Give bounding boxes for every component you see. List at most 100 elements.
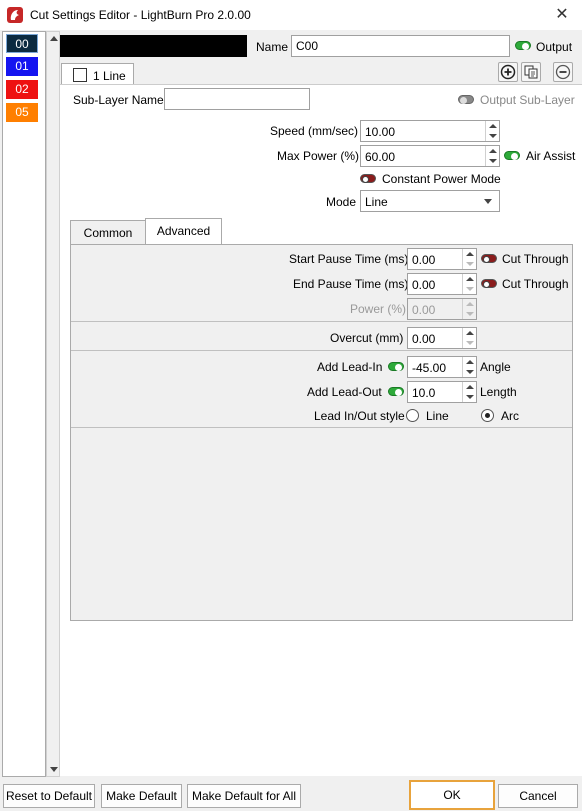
add-icon — [500, 64, 516, 80]
mode-label: Mode — [326, 195, 357, 209]
overcut-value: 0.00 — [412, 332, 436, 346]
lead-out-down-icon[interactable] — [466, 395, 474, 399]
air-assist-label: Air Assist — [526, 149, 576, 163]
output-sublayer-toggle[interactable] — [458, 95, 474, 104]
lead-out-up-icon[interactable] — [466, 385, 474, 389]
overcut-spinbox[interactable]: 0.00 — [407, 327, 477, 349]
max-power-down-icon[interactable] — [489, 159, 497, 163]
power-up-icon — [466, 302, 474, 306]
max-power-up-icon[interactable] — [489, 149, 497, 153]
name-input[interactable] — [291, 35, 510, 57]
lead-style-line-label: Line — [426, 409, 449, 423]
lead-in-unit: Angle — [480, 360, 511, 374]
speed-spinbox[interactable]: 10.00 — [360, 120, 500, 142]
sublayer-tab-label: 1 Line — [93, 69, 126, 83]
lead-out-value: 10.0 — [412, 386, 436, 400]
lead-style-label: Lead In/Out style — [314, 409, 405, 423]
copy-icon — [524, 65, 538, 79]
ok-button[interactable]: OK — [409, 780, 495, 810]
lead-out-spinbox[interactable]: 10.0 — [407, 381, 477, 403]
sublayer-checkbox[interactable] — [73, 68, 87, 82]
add-sublayer-button[interactable] — [498, 62, 518, 82]
max-power-spinbox[interactable]: 60.00 — [360, 145, 500, 167]
speed-label: Speed (mm/sec) — [270, 124, 359, 138]
lead-out-unit: Length — [480, 385, 517, 399]
end-pause-down-icon[interactable] — [466, 287, 474, 291]
make-default-for-all-button[interactable]: Make Default for All — [187, 784, 301, 808]
lead-in-value: -45.00 — [412, 361, 447, 375]
layer-list[interactable]: 00 01 02 05 — [2, 31, 46, 777]
lead-in-spinbox[interactable]: -45.00 — [407, 356, 477, 378]
mode-value: Line — [365, 195, 388, 209]
copy-sublayer-button[interactable] — [521, 62, 541, 82]
layer-item-00[interactable]: 00 — [6, 34, 38, 53]
overcut-label: Overcut (mm) — [330, 331, 404, 345]
window-title: Cut Settings Editor - LightBurn Pro 2.0.… — [30, 8, 251, 22]
constant-power-toggle[interactable] — [360, 174, 376, 183]
power-down-icon — [466, 312, 474, 316]
end-cut-through-toggle[interactable] — [481, 279, 497, 288]
remove-icon — [555, 64, 571, 80]
start-pause-spinbox[interactable]: 0.00 — [407, 248, 477, 270]
reset-to-default-button[interactable]: Reset to Default — [3, 784, 95, 808]
lead-style-line-radio[interactable] — [406, 409, 419, 422]
start-pause-up-icon[interactable] — [466, 252, 474, 256]
output-sublayer-label: Output Sub-Layer — [480, 93, 575, 107]
layer-item-05[interactable]: 05 — [6, 103, 38, 122]
overcut-up-icon[interactable] — [466, 331, 474, 335]
lead-in-down-icon[interactable] — [466, 370, 474, 374]
layer-item-01[interactable]: 01 — [6, 57, 38, 76]
lead-in-toggle[interactable] — [388, 362, 404, 371]
air-assist-toggle[interactable] — [504, 151, 520, 160]
lead-style-arc-radio[interactable] — [481, 409, 494, 422]
speed-value: 10.00 — [365, 125, 396, 139]
sublayer-tab[interactable]: 1 Line — [61, 63, 134, 85]
lead-out-label: Add Lead-Out — [307, 385, 382, 399]
constant-power-label: Constant Power Mode — [382, 172, 501, 186]
sublayer-name-label: Sub-Layer Name — [73, 93, 164, 107]
start-pause-down-icon[interactable] — [466, 262, 474, 266]
max-power-value: 60.00 — [365, 150, 396, 164]
cancel-button[interactable]: Cancel — [498, 784, 578, 808]
lead-in-label: Add Lead-In — [317, 360, 383, 374]
layer-item-02[interactable]: 02 — [6, 80, 38, 99]
sublayer-name-input[interactable] — [164, 88, 310, 110]
divider — [71, 427, 572, 428]
end-pause-value: 0.00 — [412, 278, 436, 292]
divider — [71, 321, 572, 322]
start-pause-value: 0.00 — [412, 253, 436, 267]
start-pause-label: Start Pause Time (ms) — [289, 252, 409, 266]
make-default-button[interactable]: Make Default — [101, 784, 182, 808]
lead-out-toggle[interactable] — [388, 387, 404, 396]
remove-sublayer-button[interactable] — [553, 62, 573, 82]
layer-color-swatch[interactable] — [60, 35, 247, 57]
output-label: Output — [536, 40, 573, 54]
scroll-up-icon[interactable] — [50, 36, 58, 41]
power-spinbox: 0.00 — [407, 298, 477, 320]
end-pause-label: End Pause Time (ms) — [293, 277, 409, 291]
end-pause-spinbox[interactable]: 0.00 — [407, 273, 477, 295]
layer-list-scrollbar[interactable] — [46, 31, 60, 777]
tab-common[interactable]: Common — [70, 220, 146, 244]
lead-in-up-icon[interactable] — [466, 360, 474, 364]
speed-up-icon[interactable] — [489, 124, 497, 128]
output-toggle[interactable] — [515, 41, 531, 50]
chevron-down-icon — [484, 199, 492, 204]
lightburn-logo-icon — [7, 7, 23, 23]
overcut-down-icon[interactable] — [466, 341, 474, 345]
scroll-down-icon[interactable] — [50, 767, 58, 772]
tab-advanced[interactable]: Advanced — [145, 218, 222, 244]
max-power-label: Max Power (%) — [277, 149, 360, 163]
advanced-panel — [70, 244, 573, 621]
speed-down-icon[interactable] — [489, 134, 497, 138]
name-label: Name — [256, 40, 289, 54]
end-pause-up-icon[interactable] — [466, 277, 474, 281]
power-label: Power (%) — [350, 302, 407, 316]
start-cut-through-label: Cut Through — [502, 252, 569, 266]
mode-select[interactable]: Line — [360, 190, 500, 212]
power-value: 0.00 — [412, 303, 436, 317]
close-button[interactable]: ✕ — [550, 5, 574, 25]
end-cut-through-label: Cut Through — [502, 277, 569, 291]
lead-style-arc-label: Arc — [501, 409, 519, 423]
start-cut-through-toggle[interactable] — [481, 254, 497, 263]
